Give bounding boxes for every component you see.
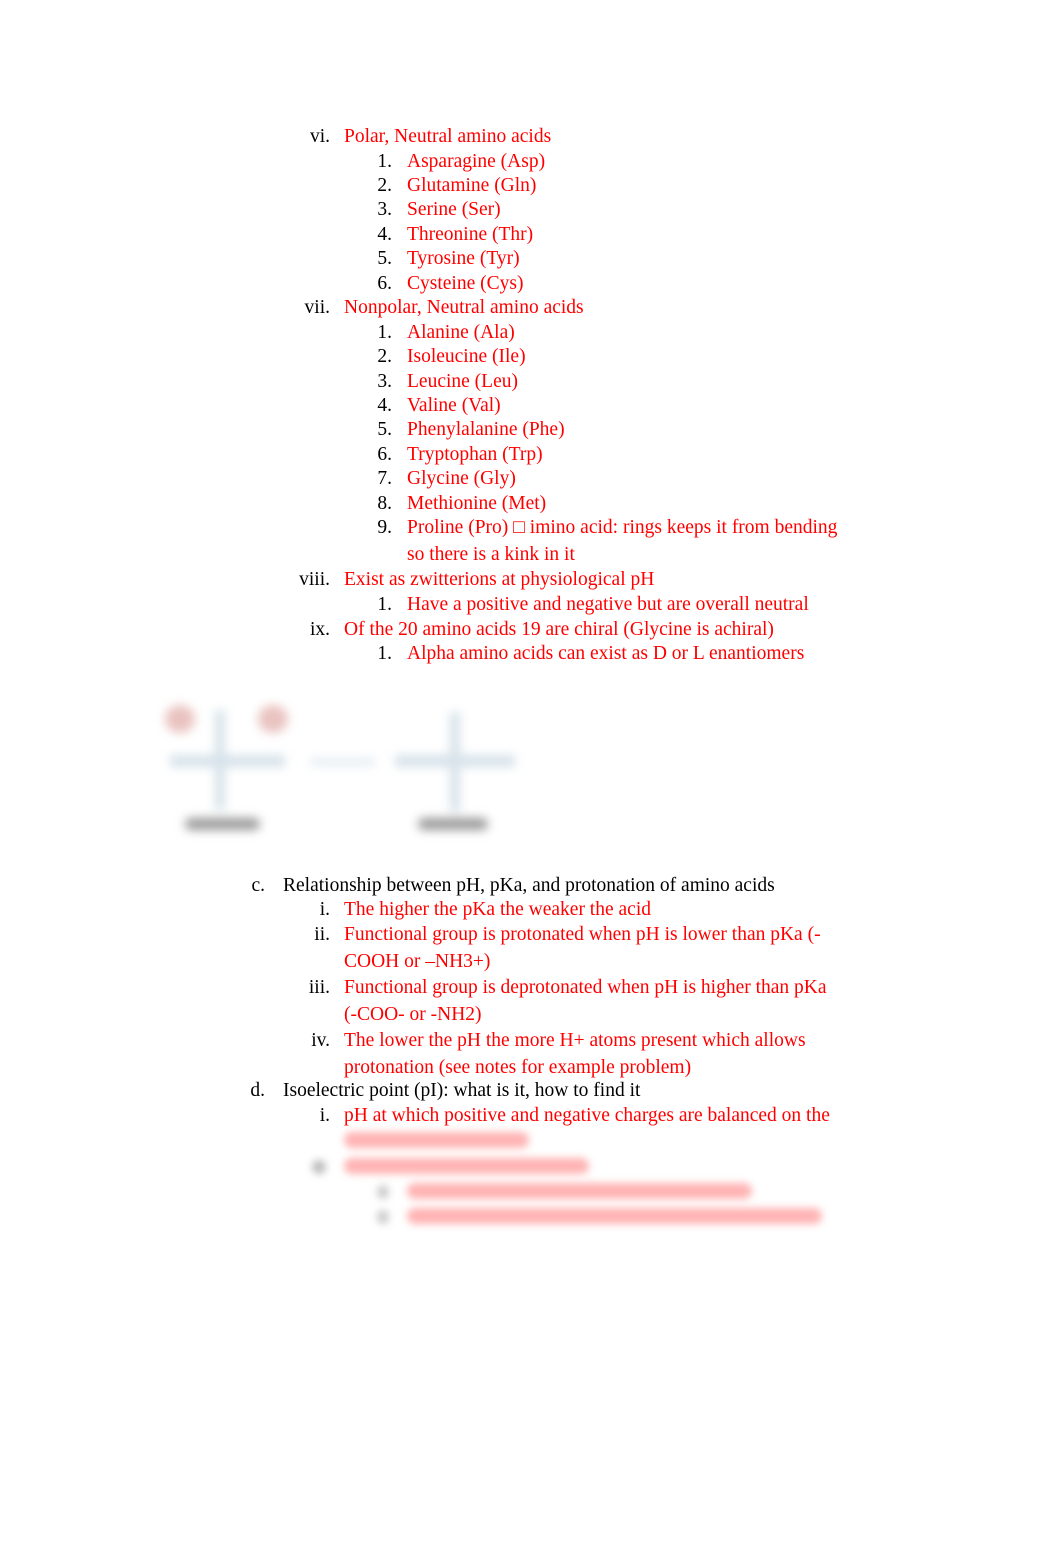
list-item-text: Alanine (Ala) xyxy=(407,322,515,343)
list-marker: vi. xyxy=(309,126,330,147)
list-item-text: Serine (Ser) xyxy=(407,199,501,220)
zwitterion-figure xyxy=(160,700,530,840)
list-item-text: Alpha amino acids can exist as D or L en… xyxy=(407,643,805,664)
list-item-text: The lower the pH the more H+ atoms prese… xyxy=(344,1030,806,1051)
list-marker: 1. xyxy=(377,594,392,615)
blurred-line xyxy=(407,1183,752,1199)
section-title: Polar, Neutral amino acids xyxy=(344,126,552,147)
list-item-text: Tryptophan (Trp) xyxy=(407,444,543,465)
list-marker: 1. xyxy=(377,322,392,343)
figure-bond xyxy=(395,755,515,767)
figure-charge-circle xyxy=(165,705,195,733)
list-marker: 6. xyxy=(377,444,392,465)
list-marker: 3. xyxy=(377,199,392,220)
figure-arrow xyxy=(310,758,375,766)
list-item-text: Asparagine (Asp) xyxy=(407,151,546,172)
list-item-continuation: COOH or –NH3+) xyxy=(344,951,491,972)
list-item-text: Valine (Val) xyxy=(407,395,501,416)
list-marker: 2. xyxy=(377,346,392,367)
blurred-line xyxy=(407,1208,822,1224)
list-marker: iv. xyxy=(311,1030,330,1051)
list-item-text: Leucine (Leu) xyxy=(407,371,518,392)
list-item-text: Functional group is deprotonated when pH… xyxy=(344,977,827,998)
list-item-text: Proline (Pro) □ imino acid: rings keeps … xyxy=(407,517,838,538)
list-item-text: Have a positive and negative but are ove… xyxy=(407,594,809,615)
list-item-text: pH at which positive and negative charge… xyxy=(344,1105,830,1126)
list-marker: 4. xyxy=(377,395,392,416)
list-marker: 1. xyxy=(377,151,392,172)
list-marker: 4. xyxy=(377,224,392,245)
section-title: Isoelectric point (pI): what is it, how … xyxy=(283,1080,641,1101)
list-marker: 5. xyxy=(377,419,392,440)
list-marker: 3. xyxy=(377,371,392,392)
list-marker: ii. xyxy=(314,924,330,945)
list-item-text: Methionine (Met) xyxy=(407,493,547,514)
section-title: Nonpolar, Neutral amino acids xyxy=(344,297,584,318)
list-item-text: Glycine (Gly) xyxy=(407,468,516,489)
list-item-text: Functional group is protonated when pH i… xyxy=(344,924,821,945)
section-title: Relationship between pH, pKa, and proton… xyxy=(283,875,775,896)
list-item-text: The higher the pKa the weaker the acid xyxy=(344,899,651,920)
list-marker: 1. xyxy=(377,643,392,664)
list-marker: c. xyxy=(251,875,265,896)
list-item-text: Phenylalanine (Phe) xyxy=(407,419,565,440)
list-item-continuation: (-COO- or -NH2) xyxy=(344,1004,482,1025)
list-marker: i. xyxy=(319,1105,330,1126)
blurred-line xyxy=(344,1158,589,1174)
figure-label xyxy=(418,818,488,830)
blurred-marker xyxy=(377,1210,389,1224)
blurred-marker xyxy=(377,1185,389,1199)
list-marker: d. xyxy=(250,1080,265,1101)
list-marker: viii. xyxy=(299,569,330,590)
list-item-text: Glutamine (Gln) xyxy=(407,175,537,196)
figure-bond xyxy=(170,755,285,767)
list-marker: 2. xyxy=(377,175,392,196)
list-marker: 5. xyxy=(377,248,392,269)
list-item-text: Threonine (Thr) xyxy=(407,224,534,245)
figure-label xyxy=(185,818,260,830)
list-item-text: Cysteine (Cys) xyxy=(407,273,524,294)
figure-charge-circle xyxy=(258,705,288,733)
blurred-marker xyxy=(312,1160,326,1174)
list-marker: iii. xyxy=(308,977,330,998)
section-title: Exist as zwitterions at physiological pH xyxy=(344,569,655,590)
blurred-line xyxy=(344,1132,529,1148)
list-marker: 7. xyxy=(377,468,392,489)
list-marker: 6. xyxy=(377,273,392,294)
list-item-text: Tyrosine (Tyr) xyxy=(407,248,520,269)
list-marker: i. xyxy=(319,899,330,920)
list-marker: 9. xyxy=(377,517,392,538)
list-item-text: Isoleucine (Ile) xyxy=(407,346,526,367)
list-marker: 8. xyxy=(377,493,392,514)
list-marker: vii. xyxy=(304,297,330,318)
list-item-continuation: so there is a kink in it xyxy=(407,544,575,565)
list-marker: ix. xyxy=(309,619,330,640)
section-title: Of the 20 amino acids 19 are chiral (Gly… xyxy=(344,619,774,640)
list-item-continuation: protonation (see notes for example probl… xyxy=(344,1057,692,1078)
